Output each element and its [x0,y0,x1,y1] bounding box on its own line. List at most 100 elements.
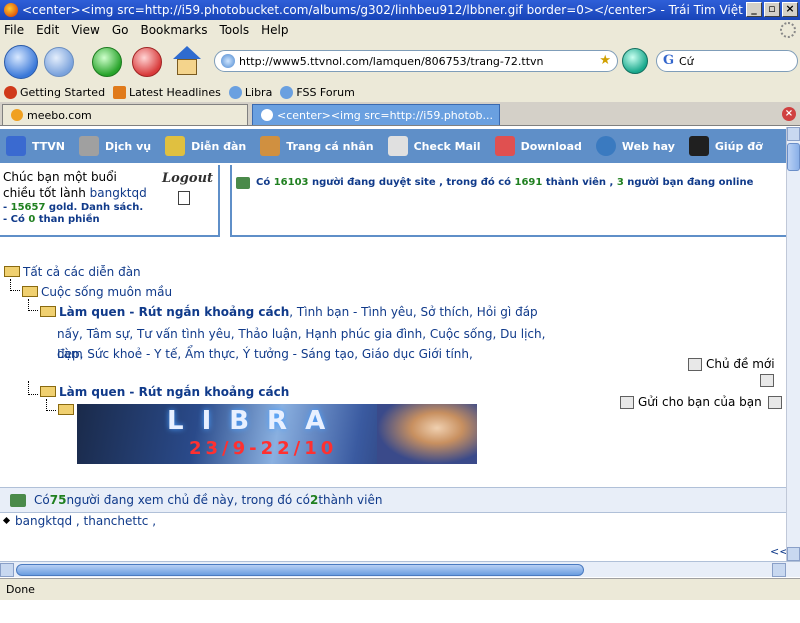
tree-level2-label[interactable]: Làm quen - Rút ngắn khoảng cách [59,305,289,319]
close-tab-icon[interactable]: × [782,107,796,121]
online-suffix[interactable]: người bạn đang online [624,177,753,188]
url-input[interactable]: http://www5.ttvnol.com/lamquen/806753/tr… [214,50,618,72]
close-button[interactable]: × [782,2,798,17]
new-topic-link[interactable]: Chủ đề mới [688,357,775,371]
nav-dich-vu[interactable]: Dịch vụ [78,136,151,156]
go-button[interactable] [622,48,648,74]
print-icon[interactable] [767,395,782,409]
complaints-suffix[interactable]: than phiền [35,214,100,225]
logout-icon[interactable] [178,191,190,205]
forward-button[interactable] [44,47,74,77]
scroll-right-button[interactable] [772,563,786,577]
nav-download[interactable]: Download [494,136,582,156]
tab-label: meebo.com [27,108,92,122]
menu-bookmarks[interactable]: Bookmarks [140,23,207,37]
greeting: Chúc bạn một buổi chiều tốt lành bangktq… [3,169,153,201]
gold-prefix: - [3,202,11,213]
tree-thread-parent-label: Làm quen - Rút ngắn khoảng cách [59,385,290,399]
subforum-list-line3[interactable]: đẹp, Sức khoẻ - Y tế, Ẩm thực, Ý tưởng -… [57,344,567,364]
bulb-icon [228,85,242,99]
bookmarks-toolbar: Getting Started Latest Headlines Libra F… [0,82,800,102]
back-button[interactable] [4,45,38,79]
thread-title-banner[interactable]: LIBRA 23/9-22/10 [77,404,477,464]
online-mid1: người đang duyệt site , trong đó có [308,177,515,188]
nav-giup-do[interactable]: Giúp đỡ [688,136,763,156]
scroll-down-button[interactable] [787,547,800,561]
reply-link[interactable] [760,374,778,387]
home-button[interactable] [172,46,202,76]
maximize-button[interactable]: ▫ [764,2,780,17]
online-text: Có 16103 người đang duyệt site , trong đ… [256,177,753,188]
menu-tools[interactable]: Tools [220,23,250,37]
send-friend-label: Gửi cho bạn của bạn [638,395,762,409]
globe-icon [595,136,616,156]
reload-button[interactable] [92,47,122,77]
bookmark-libra[interactable]: Libra [228,85,273,99]
folder-icon [4,266,20,277]
nav-web-hay[interactable]: Web hay [595,136,675,156]
logout-link[interactable]: Logout [162,171,213,186]
gold-suffix[interactable]: gold. Danh sách. [45,202,143,213]
bookmark-label: Libra [244,85,273,99]
menu-file[interactable]: File [4,23,24,37]
prev-page-link[interactable]: << [770,545,786,558]
bookmark-fss-forum[interactable]: FSS Forum [280,85,355,99]
tree-level1-label: Cuộc sống muôn mầu [41,285,173,299]
status-bar: Done [0,578,800,600]
tools-icon [78,136,99,156]
firefox-icon [4,85,17,99]
menu-bar: File Edit View Go Bookmarks Tools Help [0,20,800,40]
nav-check-mail[interactable]: Check Mail [387,136,481,156]
member-names[interactable]: bangktqd , thanchettc , [15,514,156,528]
nav-label: Download [520,139,582,153]
tree-level1[interactable]: Cuộc sống muôn mầu [22,285,172,299]
bottom-area [0,600,800,623]
nav-dien-dan[interactable]: Diễn đàn [165,136,246,156]
nav-label: Check Mail [413,139,481,153]
nav-label: TTVN [32,139,65,153]
bookmark-latest-headlines[interactable]: Latest Headlines [113,85,221,99]
stop-button[interactable] [132,47,162,77]
menu-edit[interactable]: Edit [36,23,59,37]
online-prefix: Có [256,177,274,188]
tree-root-label: Tất cả các diễn đàn [23,265,141,279]
scroll-up-button[interactable] [787,127,800,141]
status-text: Done [6,583,35,596]
tab-current[interactable]: <center><img src=http://i59.photob... [252,104,500,125]
search-input[interactable]: G Cứ [656,50,798,72]
username-link[interactable]: bangktqd [90,186,147,200]
help-icon [688,136,709,156]
nav-trang-ca-nhan[interactable]: Trang cá nhân [260,136,374,156]
viewers-suffix: thành viên [318,493,383,507]
users-online-icon [236,177,250,189]
viewers-prefix: Có [34,493,50,507]
tree-thread-parent[interactable]: Làm quen - Rút ngắn khoảng cách [40,385,289,399]
tab-label: <center><img src=http://i59.photob... [277,108,494,122]
online-browsing-count: 16103 [273,177,309,188]
tab-meebo[interactable]: meebo.com [2,104,248,125]
menu-help[interactable]: Help [261,23,288,37]
folder-icon [22,286,38,297]
tree-level2-desc1[interactable]: , Tình bạn - Tình yêu, Sở thích, Hỏi gì … [289,305,537,319]
window-titlebar: <center><img src=http://i59.photobucket.… [0,0,800,20]
menu-view[interactable]: View [71,23,99,37]
vertical-scrollbar[interactable] [786,127,800,561]
scroll-left-button[interactable] [0,563,14,577]
bookmark-getting-started[interactable]: Getting Started [4,85,105,99]
rss-icon [113,85,127,99]
banner-figure [377,404,477,464]
house-body-icon [177,59,197,75]
horizontal-scroll-thumb[interactable] [16,564,584,576]
menu-go[interactable]: Go [112,23,129,37]
nav-ttvn[interactable]: TTVN [6,136,65,156]
minimize-button[interactable]: _ [746,2,762,17]
tree-root[interactable]: Tất cả các diễn đàn [4,265,141,279]
site-icon [221,54,235,68]
vertical-scroll-thumb[interactable] [787,143,800,171]
send-friend-link[interactable]: Gửi cho bạn của bạn [620,395,786,409]
bookmark-star-icon[interactable]: ★ [599,53,611,68]
horizontal-scrollbar[interactable] [0,561,800,577]
online-stats: Có 16103 người đang duyệt site , trong đ… [230,165,786,237]
google-icon: G [663,53,675,68]
new-topic-label: Chủ đề mới [706,357,775,371]
